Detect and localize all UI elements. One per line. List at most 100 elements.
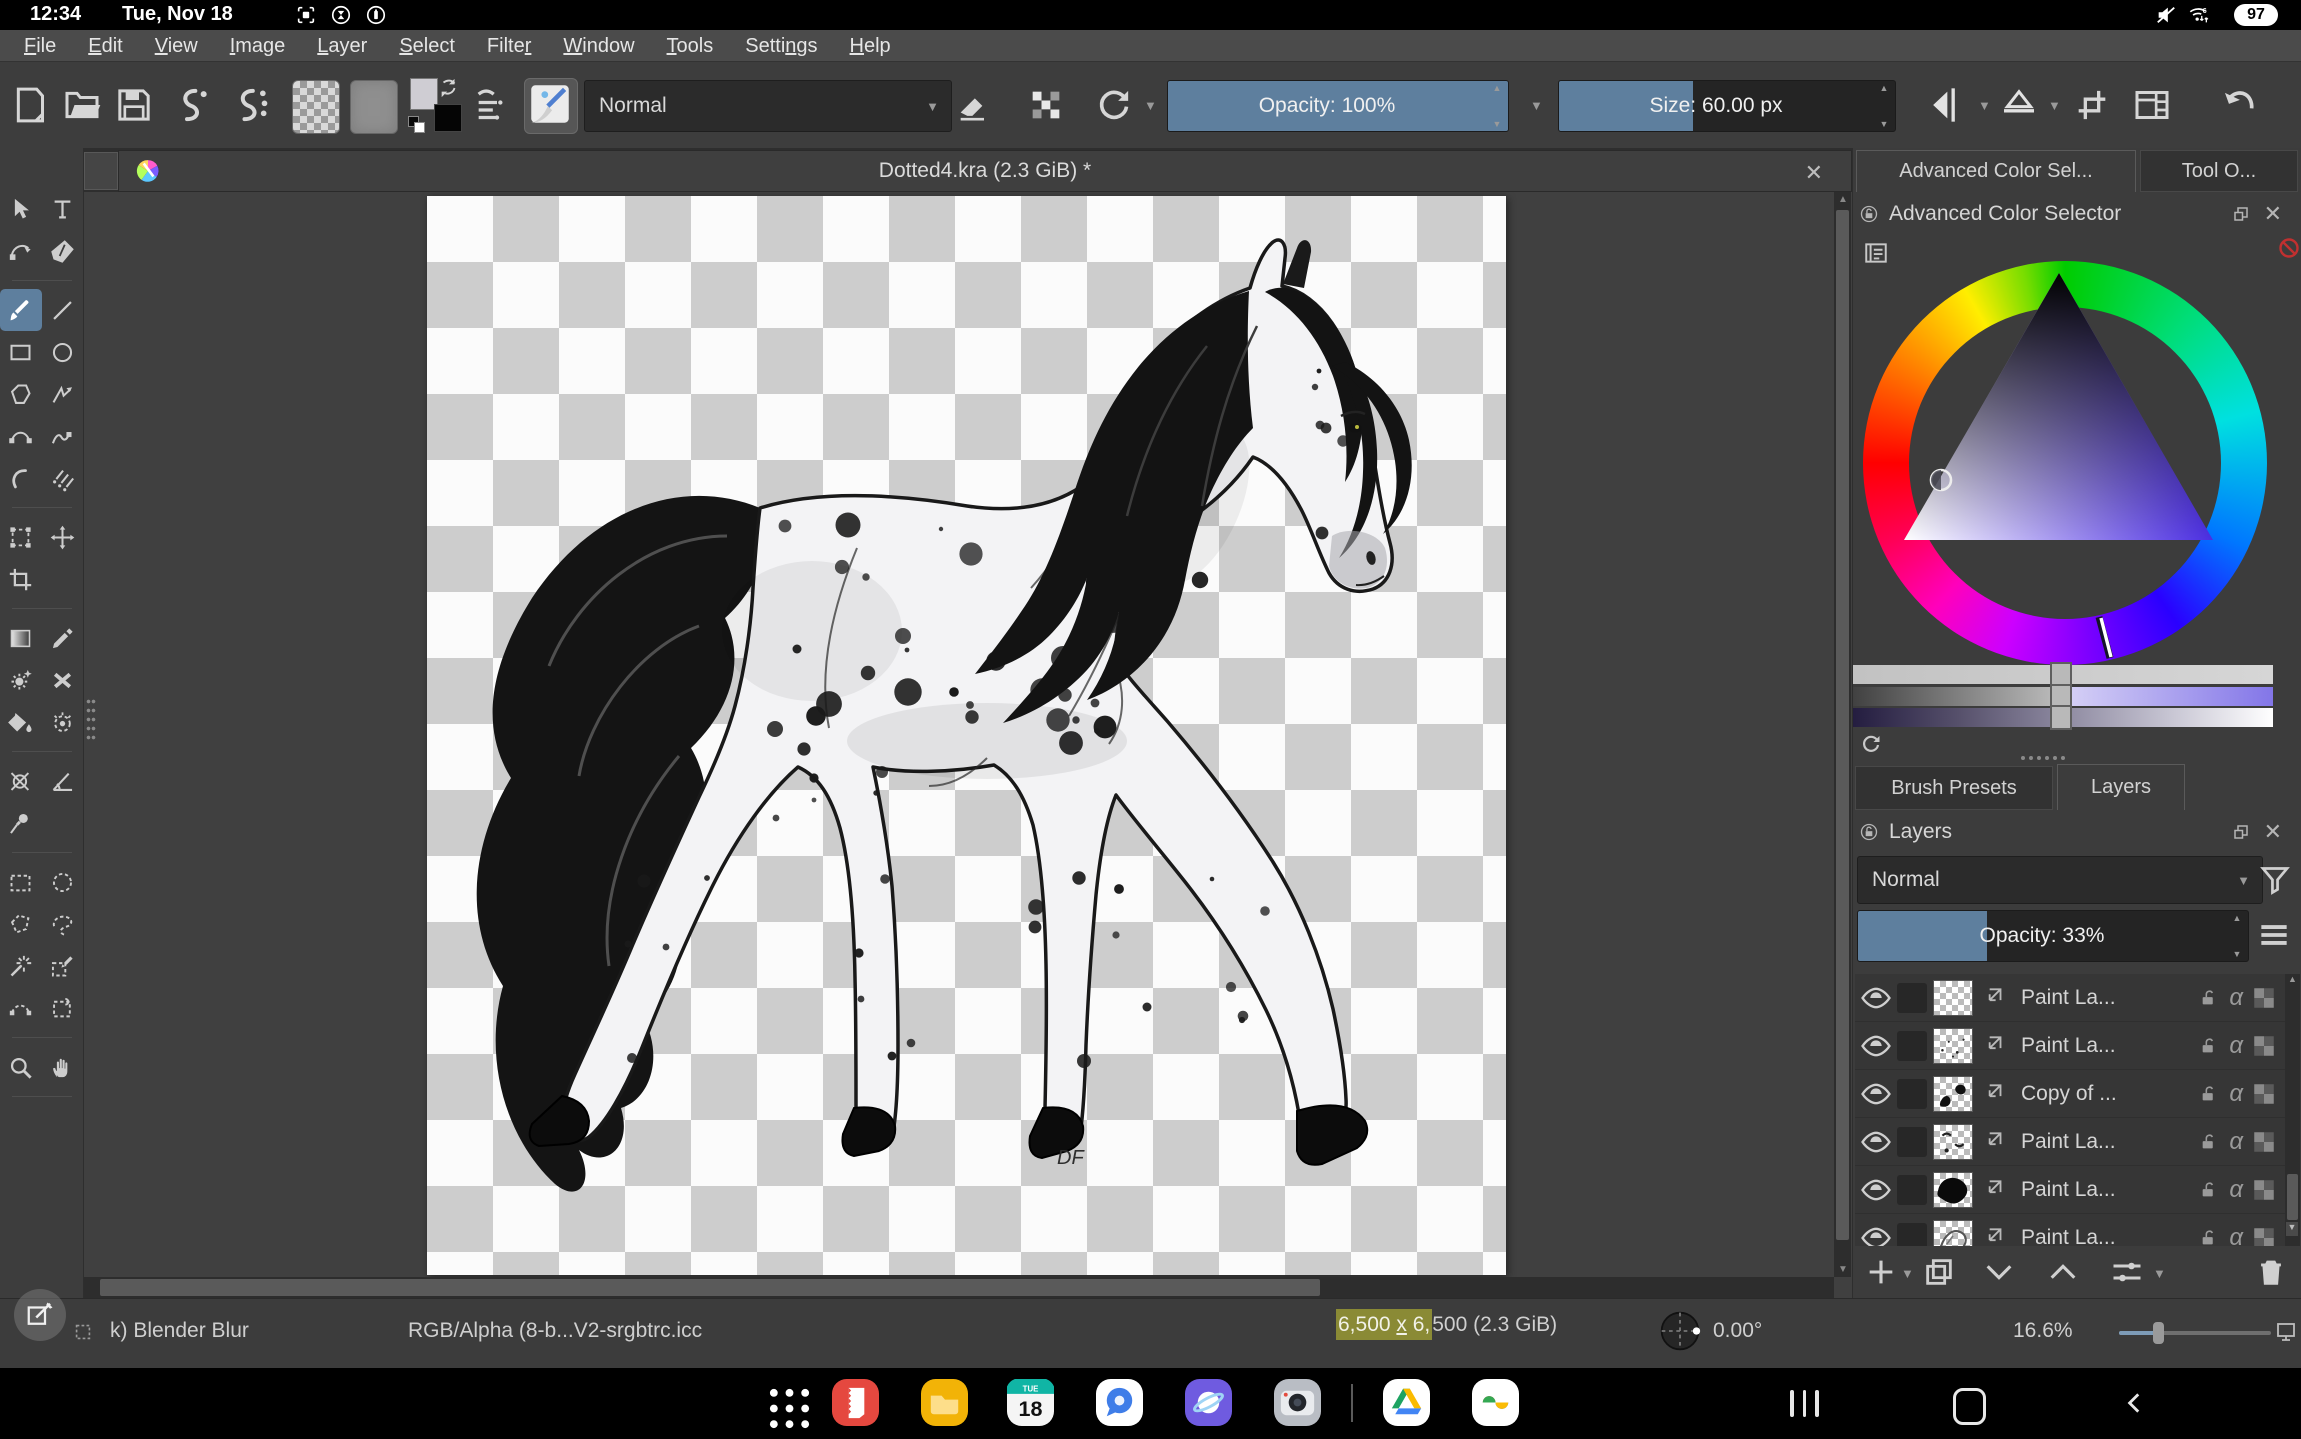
calendar-app-icon[interactable]: TUE 18 bbox=[1007, 1379, 1054, 1426]
tool-fill[interactable] bbox=[0, 701, 42, 743]
layer-lock-icon[interactable] bbox=[2199, 1227, 2221, 1247]
tool-select-shapes[interactable] bbox=[0, 188, 42, 230]
canvas-document[interactable]: DF bbox=[427, 196, 1506, 1275]
stroke-stabilizer-icon[interactable] bbox=[228, 81, 276, 129]
float-docker-icon[interactable] bbox=[2232, 205, 2250, 223]
layer-row[interactable]: Paint La... α bbox=[1855, 1166, 2285, 1214]
tool-bezier-curve[interactable] bbox=[0, 415, 42, 457]
tool-reference-images[interactable] bbox=[0, 802, 42, 844]
tool-contiguous-select[interactable] bbox=[0, 945, 42, 987]
tool-multibrush[interactable] bbox=[42, 457, 84, 499]
tool-polyline[interactable] bbox=[42, 373, 84, 415]
layer-thumbnail[interactable] bbox=[1933, 1124, 1973, 1160]
nav-back-button[interactable] bbox=[2122, 1388, 2148, 1418]
color-profile[interactable]: RGB/Alpha (8-b...V2-srgbtrc.icc bbox=[408, 1319, 702, 1343]
tool-transform[interactable] bbox=[0, 516, 42, 558]
layer-row[interactable]: Paint La... α bbox=[1855, 974, 2285, 1022]
layer-visibility-icon[interactable] bbox=[1859, 1029, 1893, 1063]
mirror-horizontal-caret[interactable]: ▼ bbox=[2048, 98, 2061, 113]
menu-image[interactable]: Image bbox=[214, 30, 302, 62]
layer-thumbnail[interactable] bbox=[1933, 1220, 1973, 1247]
tool-crop[interactable] bbox=[0, 558, 42, 600]
layer-thumbnail[interactable] bbox=[1933, 980, 1973, 1016]
layer-color-label[interactable] bbox=[1897, 983, 1927, 1013]
inherit-alpha-icon[interactable] bbox=[1981, 985, 2007, 1011]
layer-visibility-icon[interactable] bbox=[1859, 1077, 1893, 1111]
layer-alpha-inherit-icon[interactable] bbox=[2251, 1177, 2277, 1203]
photos-app-icon[interactable] bbox=[1472, 1379, 1519, 1426]
inherit-alpha-icon[interactable] bbox=[1981, 1033, 2007, 1059]
tool-edit-shapes[interactable] bbox=[0, 230, 42, 272]
current-brush-name[interactable]: k) Blender Blur bbox=[110, 1319, 249, 1343]
tool-smart-patch[interactable] bbox=[0, 659, 42, 701]
foreground-background-colors[interactable] bbox=[408, 76, 462, 134]
layer-lock-icon[interactable] bbox=[2199, 1035, 2221, 1057]
layer-row[interactable]: Paint La... α bbox=[1855, 1118, 2285, 1166]
layer-alpha-inherit-icon[interactable] bbox=[2251, 1081, 2277, 1107]
layer-properties-button[interactable] bbox=[2105, 1252, 2149, 1292]
brush-editor-icon[interactable] bbox=[468, 81, 516, 129]
layer-row[interactable]: Copy of ... α bbox=[1855, 1070, 2285, 1118]
layer-thumbnail[interactable] bbox=[1933, 1028, 1973, 1064]
close-docker-icon[interactable]: ✕ bbox=[2264, 201, 2282, 227]
selection-mode-icon[interactable] bbox=[72, 1321, 94, 1343]
tool-pan[interactable] bbox=[42, 1046, 84, 1088]
save-icon[interactable] bbox=[110, 81, 158, 129]
docker-resize-handle[interactable] bbox=[2021, 756, 2065, 760]
canvas-vscrollbar[interactable]: ▲ ▼ bbox=[1834, 192, 1851, 1277]
layer-alpha-lock-icon[interactable]: α bbox=[2229, 1032, 2243, 1060]
tool-enclose-fill[interactable] bbox=[42, 701, 84, 743]
tab-tool-options[interactable]: Tool O... bbox=[2140, 150, 2298, 192]
add-layer-caret[interactable]: ▼ bbox=[1901, 1266, 1914, 1281]
open-image-icon[interactable] bbox=[58, 81, 106, 129]
tool-zoom[interactable] bbox=[0, 1046, 42, 1088]
preserve-alpha-icon[interactable] bbox=[1022, 81, 1070, 129]
size-slider[interactable]: Size: 60.00 px ▲▼ bbox=[1558, 80, 1896, 132]
menu-settings[interactable]: Settings bbox=[729, 30, 833, 62]
tool-similar-select[interactable] bbox=[42, 945, 84, 987]
docker-lock-icon[interactable] bbox=[1859, 204, 1879, 224]
layer-lock-icon[interactable] bbox=[2199, 1179, 2221, 1201]
layer-color-label[interactable] bbox=[1897, 1127, 1927, 1157]
menu-help[interactable]: Help bbox=[834, 30, 907, 62]
layer-blending-mode-dropdown[interactable]: Normal ▼ bbox=[1857, 856, 2263, 904]
layer-lock-icon[interactable] bbox=[2199, 987, 2221, 1009]
tab-brush-presets[interactable]: Brush Presets bbox=[1855, 766, 2053, 810]
reload-preset-icon[interactable] bbox=[1090, 81, 1138, 129]
background-color-swatch[interactable] bbox=[434, 104, 462, 132]
notes-app-icon[interactable] bbox=[832, 1379, 879, 1426]
tool-calligraphy[interactable] bbox=[42, 230, 84, 272]
layer-color-label[interactable] bbox=[1897, 1175, 1927, 1205]
layer-filter-icon[interactable] bbox=[2257, 860, 2293, 898]
camera-app-icon[interactable] bbox=[1274, 1379, 1321, 1426]
layer-alpha-lock-icon[interactable]: α bbox=[2229, 1224, 2243, 1247]
shade-slider-3-handle[interactable] bbox=[2050, 705, 2072, 730]
layer-alpha-lock-icon[interactable]: α bbox=[2229, 1080, 2243, 1108]
tool-color-sampler[interactable] bbox=[42, 617, 84, 659]
tab-layers[interactable]: Layers bbox=[2057, 764, 2185, 810]
tabbar-corner-button[interactable] bbox=[84, 152, 118, 190]
layer-properties-caret[interactable]: ▼ bbox=[2153, 1266, 2166, 1281]
opacity-caret[interactable]: ▼ bbox=[1530, 98, 1543, 113]
new-image-icon[interactable] bbox=[6, 81, 54, 129]
canvas-area[interactable]: DF ▲ ▼ bbox=[84, 192, 1852, 1298]
layer-opacity-slider[interactable]: Opacity: 33% ▲▼ bbox=[1857, 910, 2249, 962]
image-dimensions[interactable]: 6,500 x 6,500 (2.3 GiB) bbox=[1336, 1313, 1557, 1337]
pattern-chooser-swatch[interactable] bbox=[350, 80, 398, 134]
tool-ellipse[interactable] bbox=[42, 331, 84, 373]
nav-recents-button[interactable] bbox=[1790, 1390, 1819, 1417]
tool-freehand-path[interactable] bbox=[42, 415, 84, 457]
tool-measure[interactable] bbox=[42, 760, 84, 802]
add-layer-button[interactable] bbox=[1861, 1252, 1901, 1292]
inherit-alpha-icon[interactable] bbox=[1981, 1177, 2007, 1203]
layer-alpha-inherit-icon[interactable] bbox=[2251, 1225, 2277, 1247]
layer-row[interactable]: Paint La... α bbox=[1855, 1022, 2285, 1070]
canvas-rotation-dial[interactable] bbox=[1658, 1309, 1702, 1353]
opacity-slider[interactable]: Opacity: 100% ▲▼ bbox=[1167, 80, 1509, 132]
move-layer-down-button[interactable] bbox=[1979, 1252, 2019, 1292]
tool-freehand-brush[interactable] bbox=[0, 289, 42, 331]
fit-to-screen-icon[interactable] bbox=[2274, 1319, 2298, 1343]
layer-color-label[interactable] bbox=[1897, 1079, 1927, 1109]
tool-move[interactable] bbox=[42, 516, 84, 558]
tool-rectangle[interactable] bbox=[0, 331, 42, 373]
